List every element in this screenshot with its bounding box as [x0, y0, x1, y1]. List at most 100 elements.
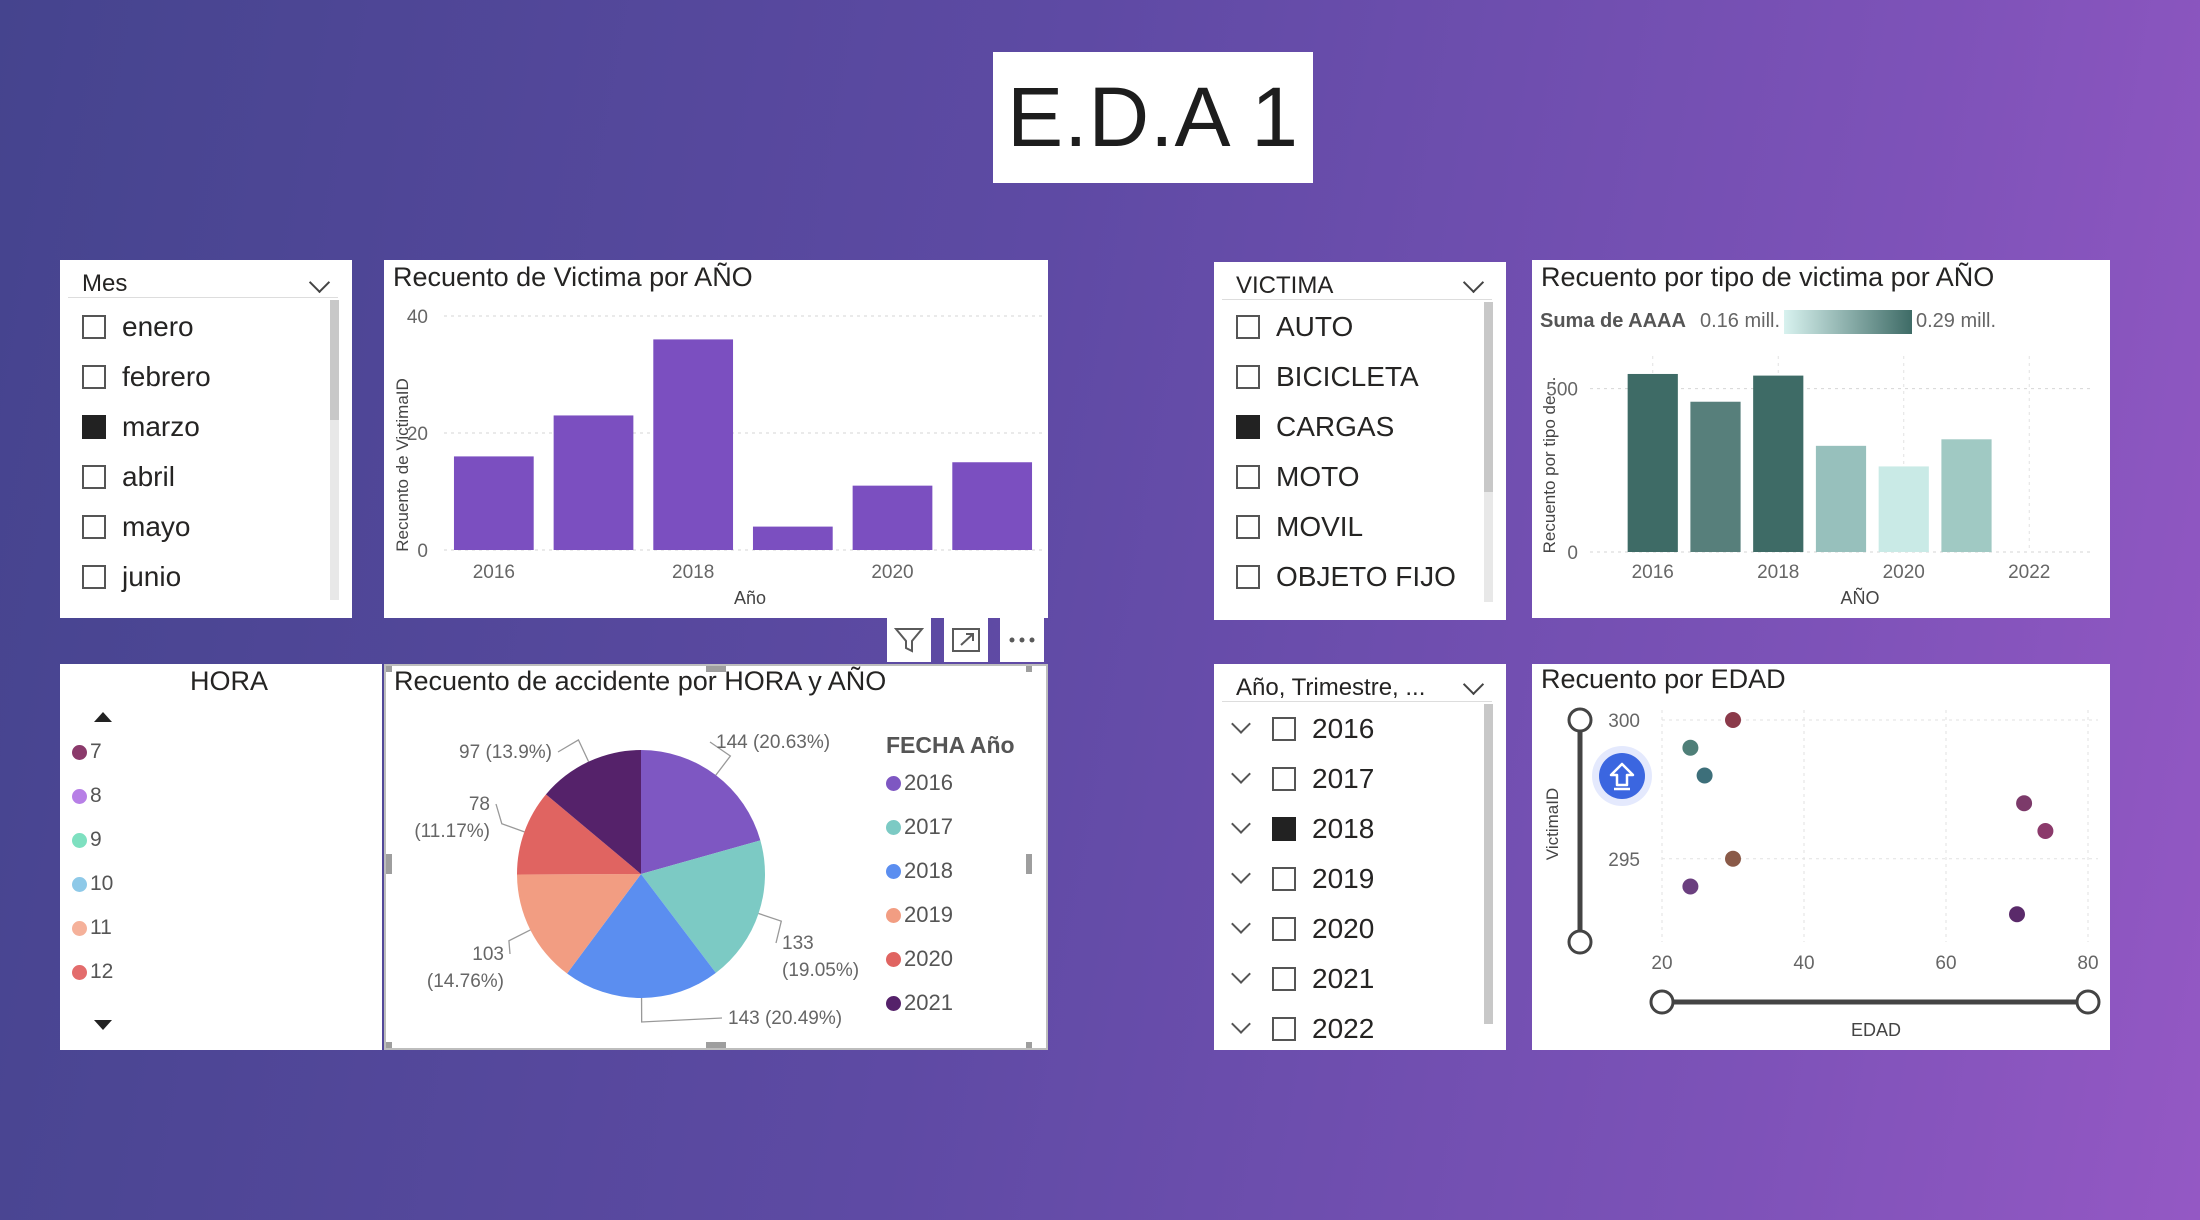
checkbox[interactable] [82, 565, 106, 589]
chevron-down-icon[interactable] [1231, 914, 1251, 934]
slicer-item[interactable]: 2022 [1231, 1010, 1374, 1048]
scatter-point[interactable] [2009, 906, 2025, 923]
scatter-point[interactable] [1725, 850, 1741, 867]
chevron-down-icon[interactable] [1231, 814, 1251, 834]
slicer-item[interactable]: BICICLETA [1236, 358, 1419, 396]
focus-mode-button[interactable] [944, 618, 988, 662]
bar[interactable] [1815, 445, 1867, 552]
checkbox[interactable] [1272, 917, 1296, 941]
checkbox[interactable] [1236, 565, 1260, 589]
resize-handle[interactable] [1026, 666, 1032, 672]
bar[interactable] [1753, 375, 1804, 552]
slicer-item[interactable]: 2016 [1231, 710, 1374, 748]
mes-slicer-header[interactable]: Mes [82, 270, 127, 298]
pie-legend-item[interactable]: 2017 [886, 814, 953, 840]
anio-slicer-header[interactable]: Año, Trimestre, ... [1236, 674, 1425, 702]
edad-scatter-chart[interactable]: Recuento por EDAD VictimaID EDAD 295 300 2… [1532, 664, 2110, 1050]
chevron-down-icon[interactable] [1231, 764, 1251, 784]
hora-legend-item[interactable]: 8 [72, 784, 102, 808]
slicer-item[interactable]: febrero [82, 358, 211, 396]
chevron-down-icon[interactable] [1462, 673, 1485, 696]
victima-slicer-header[interactable]: VICTIMA [1236, 272, 1333, 300]
slicer-item[interactable]: mayo [82, 508, 190, 546]
checkbox[interactable] [1272, 1017, 1296, 1041]
drill-up-button[interactable] [1592, 746, 1652, 806]
slicer-item[interactable]: abril [82, 458, 175, 496]
y-zoom-slider-handle-bottom[interactable] [1567, 929, 1593, 955]
bar[interactable] [852, 485, 933, 550]
resize-handle[interactable] [386, 1042, 392, 1048]
victima-bar-chart[interactable]: Recuento de Victima por AÑO Recuento de … [384, 260, 1048, 618]
scroll-up-icon[interactable] [92, 710, 114, 724]
chevron-down-icon[interactable] [1231, 1014, 1251, 1034]
slicer-item[interactable]: 2020 [1231, 910, 1374, 948]
more-options-button[interactable] [1000, 618, 1044, 662]
hora-legend-item[interactable]: 11 [72, 916, 112, 940]
bar[interactable] [1941, 439, 1992, 552]
scatter-point[interactable] [1682, 739, 1699, 756]
checkbox[interactable] [82, 415, 106, 439]
slicer-item[interactable]: AUTO [1236, 308, 1353, 346]
checkbox[interactable] [1272, 717, 1296, 741]
bar[interactable] [952, 462, 1033, 550]
checkbox[interactable] [1236, 365, 1260, 389]
victima-scrollbar-thumb[interactable] [1484, 302, 1493, 492]
resize-handle[interactable] [386, 666, 392, 672]
slicer-item[interactable]: 2021 [1231, 960, 1374, 998]
checkbox[interactable] [1272, 967, 1296, 991]
slicer-item[interactable]: junio [82, 558, 181, 596]
hora-legend-item[interactable]: 9 [72, 828, 102, 852]
slicer-item[interactable]: 2017 [1231, 760, 1374, 798]
chevron-down-icon[interactable] [1231, 714, 1251, 734]
slicer-item[interactable]: CARGAS [1236, 408, 1394, 446]
slicer-item[interactable]: MOTO [1236, 458, 1359, 496]
accidente-pie-chart[interactable]: Recuento de accidente por HORA y AÑO 144… [384, 664, 1048, 1050]
slicer-item[interactable]: 2019 [1231, 860, 1374, 898]
checkbox[interactable] [82, 315, 106, 339]
pie-legend-item[interactable]: 2021 [886, 990, 953, 1016]
scatter-point[interactable] [2037, 823, 2054, 839]
bar[interactable] [1878, 466, 1929, 552]
filter-button[interactable] [887, 618, 931, 662]
pie-legend-item[interactable]: 2020 [886, 946, 953, 972]
hora-legend-item[interactable]: 10 [72, 872, 113, 896]
pie-legend-item[interactable]: 2019 [886, 902, 953, 928]
scatter-point[interactable] [1696, 767, 1713, 784]
mes-scrollbar-thumb[interactable] [330, 300, 339, 420]
checkbox[interactable] [1236, 465, 1260, 489]
checkbox[interactable] [82, 515, 106, 539]
checkbox[interactable] [1272, 867, 1296, 891]
bar[interactable] [752, 526, 833, 550]
checkbox[interactable] [1236, 415, 1260, 439]
scatter-point[interactable] [2016, 795, 2033, 812]
resize-handle[interactable] [706, 1042, 726, 1048]
chevron-down-icon[interactable] [1231, 864, 1251, 884]
chevron-down-icon[interactable] [308, 271, 331, 294]
x-zoom-slider-handle-left[interactable] [1649, 989, 1675, 1015]
chevron-down-icon[interactable] [1462, 271, 1485, 294]
resize-handle[interactable] [706, 666, 726, 672]
hora-legend-item[interactable]: 12 [72, 960, 113, 984]
bar[interactable] [453, 456, 534, 550]
checkbox[interactable] [1236, 315, 1260, 339]
checkbox[interactable] [1272, 817, 1296, 841]
bar[interactable] [1690, 401, 1741, 552]
y-zoom-slider-handle-top[interactable] [1567, 707, 1593, 733]
checkbox[interactable] [82, 365, 106, 389]
scroll-down-icon[interactable] [92, 1018, 114, 1032]
resize-handle[interactable] [386, 854, 392, 874]
bar[interactable] [1627, 373, 1678, 552]
pie-legend-item[interactable]: 2018 [886, 858, 953, 884]
checkbox[interactable] [1236, 515, 1260, 539]
checkbox[interactable] [82, 465, 106, 489]
checkbox[interactable] [1272, 767, 1296, 791]
scatter-point[interactable] [1725, 712, 1741, 728]
slicer-item[interactable]: MOVIL [1236, 508, 1363, 546]
bar[interactable] [653, 339, 734, 550]
scatter-point[interactable] [1682, 878, 1699, 895]
slicer-item[interactable]: 2018 [1231, 810, 1374, 848]
resize-handle[interactable] [1026, 854, 1032, 874]
bar[interactable] [553, 415, 634, 550]
pie-legend-item[interactable]: 2016 [886, 770, 953, 796]
slicer-item[interactable]: OBJETO FIJO [1236, 558, 1456, 596]
